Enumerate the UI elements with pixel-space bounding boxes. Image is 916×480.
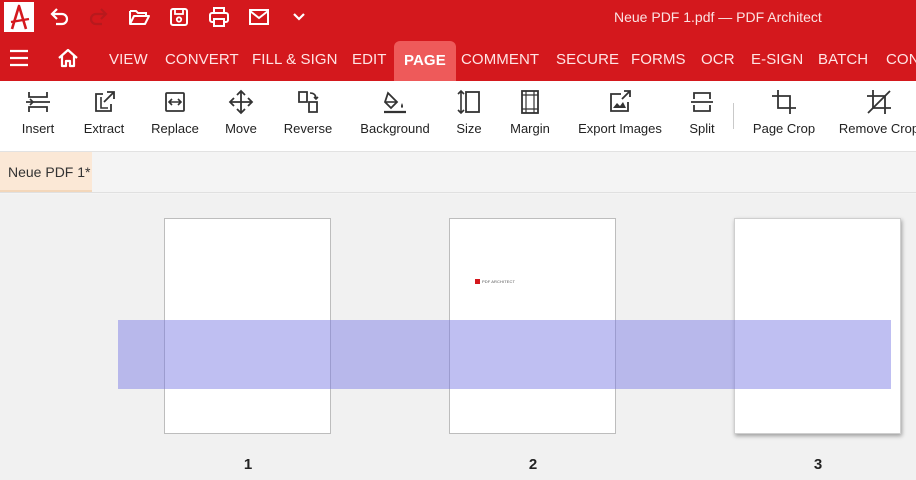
split-label: Split — [689, 121, 715, 136]
extract-page-icon — [91, 89, 117, 115]
margin-button[interactable]: Margin — [506, 81, 554, 151]
tab-view[interactable]: VIEW — [109, 34, 148, 81]
ribbon-separator — [733, 103, 734, 129]
replace-label: Replace — [151, 121, 199, 136]
margin-label: Margin — [510, 121, 550, 136]
move-label: Move — [225, 121, 257, 136]
tab-secure[interactable]: SECURE — [556, 34, 619, 81]
print-icon[interactable] — [207, 5, 231, 29]
remove-crop-label: Remove Crop — [838, 121, 916, 136]
export-images-icon — [607, 89, 633, 115]
document-tab-strip: Neue PDF 1* — [0, 152, 916, 193]
hamburger-menu-icon[interactable] — [8, 48, 30, 68]
replace-button[interactable]: Replace — [145, 81, 205, 151]
drag-selection-rectangle — [118, 320, 891, 389]
tab-edit[interactable]: EDIT — [352, 34, 387, 81]
split-document-icon — [689, 89, 715, 115]
window-title: Neue PDF 1.pdf — PDF Architect — [614, 9, 822, 25]
crop-icon — [771, 89, 797, 115]
page-ribbon: Insert Extract Replace Move Reverse Back… — [0, 81, 916, 152]
page-margin-icon — [517, 89, 543, 115]
move-button[interactable]: Move — [218, 81, 264, 151]
pdf-architect-logo-text: PDF ARCHITECT — [482, 279, 516, 284]
email-icon[interactable] — [247, 5, 271, 29]
reverse-label: Reverse — [283, 121, 333, 136]
replace-page-icon — [162, 89, 188, 115]
remove-crop-icon — [866, 89, 892, 115]
paint-bucket-icon — [382, 89, 408, 115]
page-crop-label: Page Crop — [752, 121, 816, 136]
home-icon[interactable] — [56, 46, 80, 70]
page-thumbnail-workspace[interactable]: 1 PDF ARCHITECT 2 3 — [0, 194, 916, 480]
tab-ocr[interactable]: OCR — [701, 34, 735, 81]
move-page-icon — [228, 89, 254, 115]
page-number: 2 — [528, 456, 538, 473]
insert-button[interactable]: Insert — [12, 81, 64, 151]
page-crop-button[interactable]: Page Crop — [750, 81, 818, 151]
background-label: Background — [360, 121, 430, 136]
tab-convert-2[interactable]: CONVERT — [886, 34, 916, 81]
split-button[interactable]: Split — [683, 81, 721, 151]
tab-convert[interactable]: CONVERT — [165, 34, 239, 81]
extract-button[interactable]: Extract — [76, 81, 132, 151]
tab-comment[interactable]: COMMENT — [461, 34, 539, 81]
open-folder-icon[interactable] — [127, 5, 151, 29]
size-label: Size — [456, 121, 482, 136]
document-tab[interactable]: Neue PDF 1* — [0, 152, 92, 192]
page-number: 1 — [243, 456, 253, 473]
tab-batch[interactable]: BATCH — [818, 34, 868, 81]
save-icon[interactable] — [167, 5, 191, 29]
redo-icon[interactable] — [87, 5, 111, 29]
tab-fill-sign[interactable]: FILL & SIGN — [252, 34, 338, 81]
tab-page[interactable]: PAGE — [394, 41, 456, 81]
reverse-pages-icon — [295, 89, 321, 115]
tab-e-sign[interactable]: E-SIGN — [751, 34, 803, 81]
extract-label: Extract — [83, 121, 125, 136]
reverse-button[interactable]: Reverse — [280, 81, 336, 151]
title-bar: Neue PDF 1.pdf — PDF Architect — [0, 0, 916, 34]
export-images-label: Export Images — [578, 121, 662, 136]
insert-page-icon — [25, 89, 51, 115]
app-logo-icon[interactable] — [4, 2, 34, 32]
insert-label: Insert — [21, 121, 55, 136]
tab-forms[interactable]: FORMS — [631, 34, 686, 81]
page-size-icon — [456, 89, 482, 115]
dropdown-chevron-icon[interactable] — [287, 5, 311, 29]
background-button[interactable]: Background — [354, 81, 436, 151]
remove-crop-button[interactable]: Remove Crop — [838, 81, 916, 151]
pdf-architect-logo-mark — [475, 279, 480, 284]
page-number: 3 — [813, 456, 823, 473]
size-button[interactable]: Size — [451, 81, 487, 151]
pdf-architect-logo: PDF ARCHITECT — [475, 279, 515, 284]
menu-bar: VIEW CONVERT FILL & SIGN EDIT PAGE COMME… — [0, 34, 916, 81]
export-images-button[interactable]: Export Images — [575, 81, 665, 151]
undo-icon[interactable] — [47, 5, 71, 29]
